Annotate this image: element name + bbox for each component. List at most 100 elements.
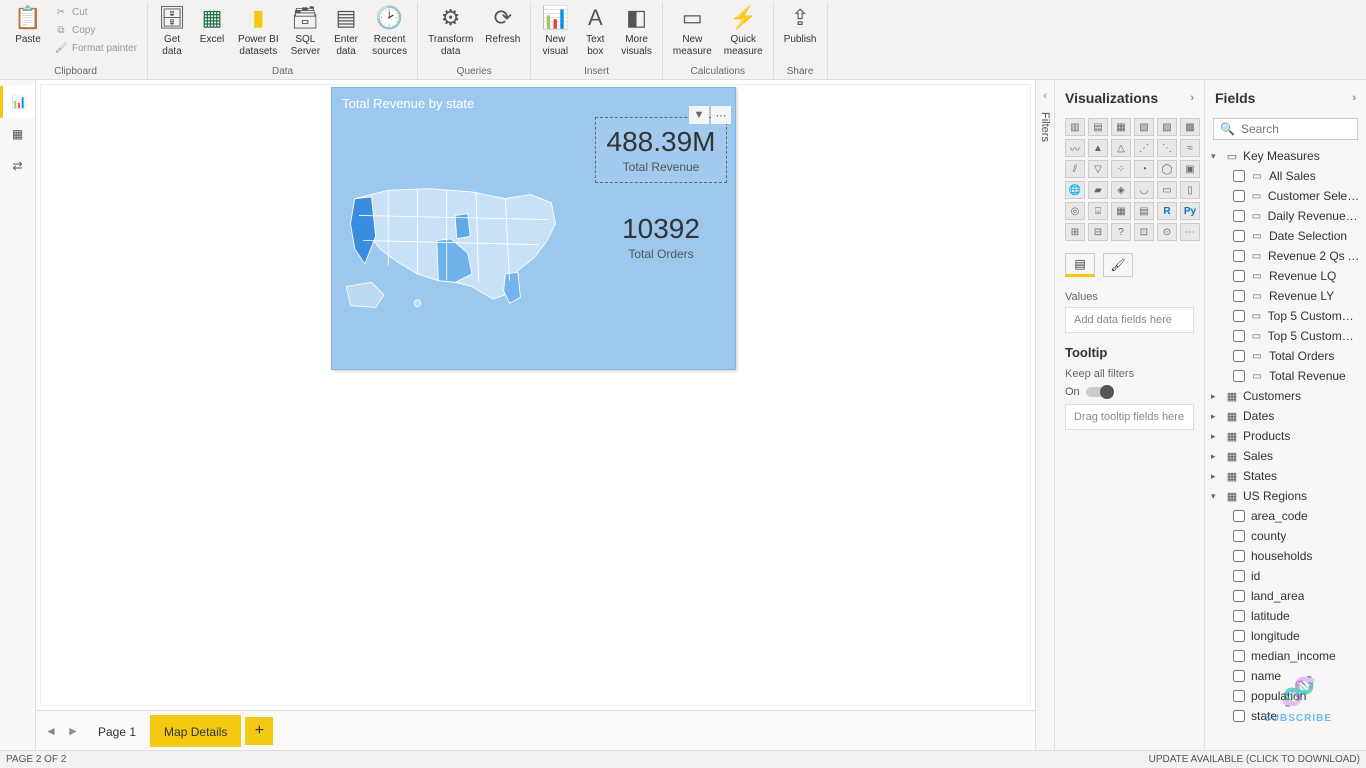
new-measure-button[interactable]: ▭New measure: [669, 2, 716, 60]
field-item[interactable]: ▭Top 5 Customers ...: [1223, 306, 1362, 326]
field-checkbox[interactable]: [1233, 290, 1245, 302]
viz-100-bar[interactable]: ▨: [1157, 118, 1177, 136]
kpi-total-revenue[interactable]: 488.39M Total Revenue: [595, 117, 727, 183]
field-item[interactable]: area_code: [1223, 506, 1362, 526]
table-products[interactable]: ▸▦Products: [1209, 426, 1362, 446]
chevron-right-icon[interactable]: ›: [1352, 92, 1356, 104]
new-visual-button[interactable]: 📊New visual: [537, 2, 573, 60]
viz-area[interactable]: ▲: [1088, 139, 1108, 157]
field-item[interactable]: ▭Date Selection: [1223, 226, 1362, 246]
field-item[interactable]: latitude: [1223, 606, 1362, 626]
viz-stacked-column[interactable]: ▤: [1088, 118, 1108, 136]
viz-line[interactable]: 〰: [1065, 139, 1085, 157]
field-item[interactable]: ▭Top 5 Customers ...: [1223, 326, 1362, 346]
field-checkbox[interactable]: [1233, 210, 1245, 222]
enter-data-button[interactable]: ▤Enter data: [328, 2, 364, 60]
field-item[interactable]: longitude: [1223, 626, 1362, 646]
table-customers[interactable]: ▸▦Customers: [1209, 386, 1362, 406]
field-checkbox[interactable]: [1233, 350, 1245, 362]
field-checkbox[interactable]: [1233, 370, 1245, 382]
field-checkbox[interactable]: [1233, 230, 1245, 242]
field-item[interactable]: ▭Revenue LY: [1223, 286, 1362, 306]
fields-search[interactable]: 🔍: [1213, 118, 1358, 140]
viz-kpi[interactable]: ◎: [1065, 202, 1085, 220]
field-item[interactable]: households: [1223, 546, 1362, 566]
viz-table[interactable]: ▦: [1111, 202, 1131, 220]
field-checkbox[interactable]: [1233, 170, 1245, 182]
field-item[interactable]: county: [1223, 526, 1362, 546]
visual-filter-icon[interactable]: ▼: [689, 106, 709, 124]
add-page-button[interactable]: +: [245, 717, 273, 745]
recent-sources-button[interactable]: 🕑Recent sources: [368, 2, 411, 60]
field-checkbox[interactable]: [1233, 190, 1245, 202]
sql-server-button[interactable]: 🗃SQL Server: [287, 2, 324, 60]
field-checkbox[interactable]: [1233, 330, 1245, 342]
viz-gauge[interactable]: ◡: [1134, 181, 1154, 199]
viz-line-stacked[interactable]: ⋰: [1134, 139, 1154, 157]
viz-donut[interactable]: ◯: [1157, 160, 1177, 178]
table-key-measures[interactable]: ▾ ▭ Key Measures: [1209, 146, 1362, 166]
field-item[interactable]: ▭Customer Selected: [1223, 186, 1362, 206]
field-item[interactable]: ▭Revenue LQ: [1223, 266, 1362, 286]
viz-pie[interactable]: ◔: [1134, 160, 1154, 178]
field-checkbox[interactable]: [1233, 630, 1245, 642]
table-us-regions[interactable]: ▾ ▦ US Regions: [1209, 486, 1362, 506]
field-checkbox[interactable]: [1233, 270, 1245, 282]
viz-stacked-area[interactable]: △: [1111, 139, 1131, 157]
tab-prev-button[interactable]: ◄: [40, 720, 62, 742]
tab-next-button[interactable]: ►: [62, 720, 84, 742]
quick-measure-button[interactable]: ⚡Quick measure: [720, 2, 767, 60]
field-checkbox[interactable]: [1233, 510, 1245, 522]
viz-clustered-bar[interactable]: ▦: [1111, 118, 1131, 136]
field-checkbox[interactable]: [1233, 570, 1245, 582]
field-item[interactable]: id: [1223, 566, 1362, 586]
field-item[interactable]: ▭Revenue 2 Qs Ago: [1223, 246, 1362, 266]
viz-slicer[interactable]: ⌸: [1088, 202, 1108, 220]
field-checkbox[interactable]: [1233, 530, 1245, 542]
viz-multi-card[interactable]: ▯: [1180, 181, 1200, 199]
field-item[interactable]: ▭Total Revenue: [1223, 366, 1362, 386]
refresh-button[interactable]: ⟳Refresh: [481, 2, 524, 48]
get-data-button[interactable]: 🗄Get data: [154, 2, 190, 60]
field-item[interactable]: ▭Daily Revenue Lo...: [1223, 206, 1362, 226]
data-view-button[interactable]: ▦: [0, 118, 35, 150]
field-checkbox[interactable]: [1233, 590, 1245, 602]
copy-button[interactable]: ⧉Copy: [50, 22, 141, 38]
viz-shape-map[interactable]: ◈: [1111, 181, 1131, 199]
map-visual[interactable]: ▼ ⋯ Total Revenue by state: [331, 87, 736, 370]
viz-ribbon[interactable]: ≈: [1180, 139, 1200, 157]
status-update-link[interactable]: UPDATE AVAILABLE (CLICK TO DOWNLOAD): [1149, 754, 1360, 765]
viz-100-column[interactable]: ▩: [1180, 118, 1200, 136]
viz-clustered-column[interactable]: ▧: [1134, 118, 1154, 136]
field-item[interactable]: state: [1223, 706, 1362, 726]
viz-card[interactable]: ▭: [1157, 181, 1177, 199]
table-dates[interactable]: ▸▦Dates: [1209, 406, 1362, 426]
field-item[interactable]: median_income: [1223, 646, 1362, 666]
field-item[interactable]: population: [1223, 686, 1362, 706]
report-view-button[interactable]: 📊: [0, 86, 35, 118]
viz-qa[interactable]: ?: [1111, 223, 1131, 241]
viz-arcgis[interactable]: ⊙: [1157, 223, 1177, 241]
field-checkbox[interactable]: [1233, 250, 1245, 262]
viz-line-clustered[interactable]: ⋱: [1157, 139, 1177, 157]
publish-button[interactable]: ⇪Publish: [780, 2, 821, 48]
viz-py[interactable]: Py: [1180, 202, 1200, 220]
keep-filters-toggle[interactable]: [1086, 387, 1112, 397]
viz-decomposition[interactable]: ⊟: [1088, 223, 1108, 241]
more-visuals-button[interactable]: ◧More visuals: [617, 2, 656, 60]
table-states[interactable]: ▸▦States: [1209, 466, 1362, 486]
page-tab-1[interactable]: Page 1: [84, 715, 150, 747]
cut-button[interactable]: ✂Cut: [50, 4, 141, 20]
search-input[interactable]: [1241, 122, 1366, 136]
values-field-well[interactable]: Add data fields here: [1065, 307, 1194, 333]
table-sales[interactable]: ▸▦Sales: [1209, 446, 1362, 466]
field-checkbox[interactable]: [1233, 610, 1245, 622]
pbi-datasets-button[interactable]: ▮Power BI datasets: [234, 2, 283, 60]
viz-map[interactable]: 🌐: [1065, 181, 1085, 199]
format-painter-button[interactable]: 🖌Format painter: [50, 40, 141, 56]
paste-button[interactable]: 📋 Paste: [10, 2, 46, 48]
field-checkbox[interactable]: [1233, 690, 1245, 702]
viz-scatter[interactable]: ⁘: [1111, 160, 1131, 178]
excel-button[interactable]: ▦Excel: [194, 2, 230, 48]
viz-key-influencers[interactable]: ⊞: [1065, 223, 1085, 241]
